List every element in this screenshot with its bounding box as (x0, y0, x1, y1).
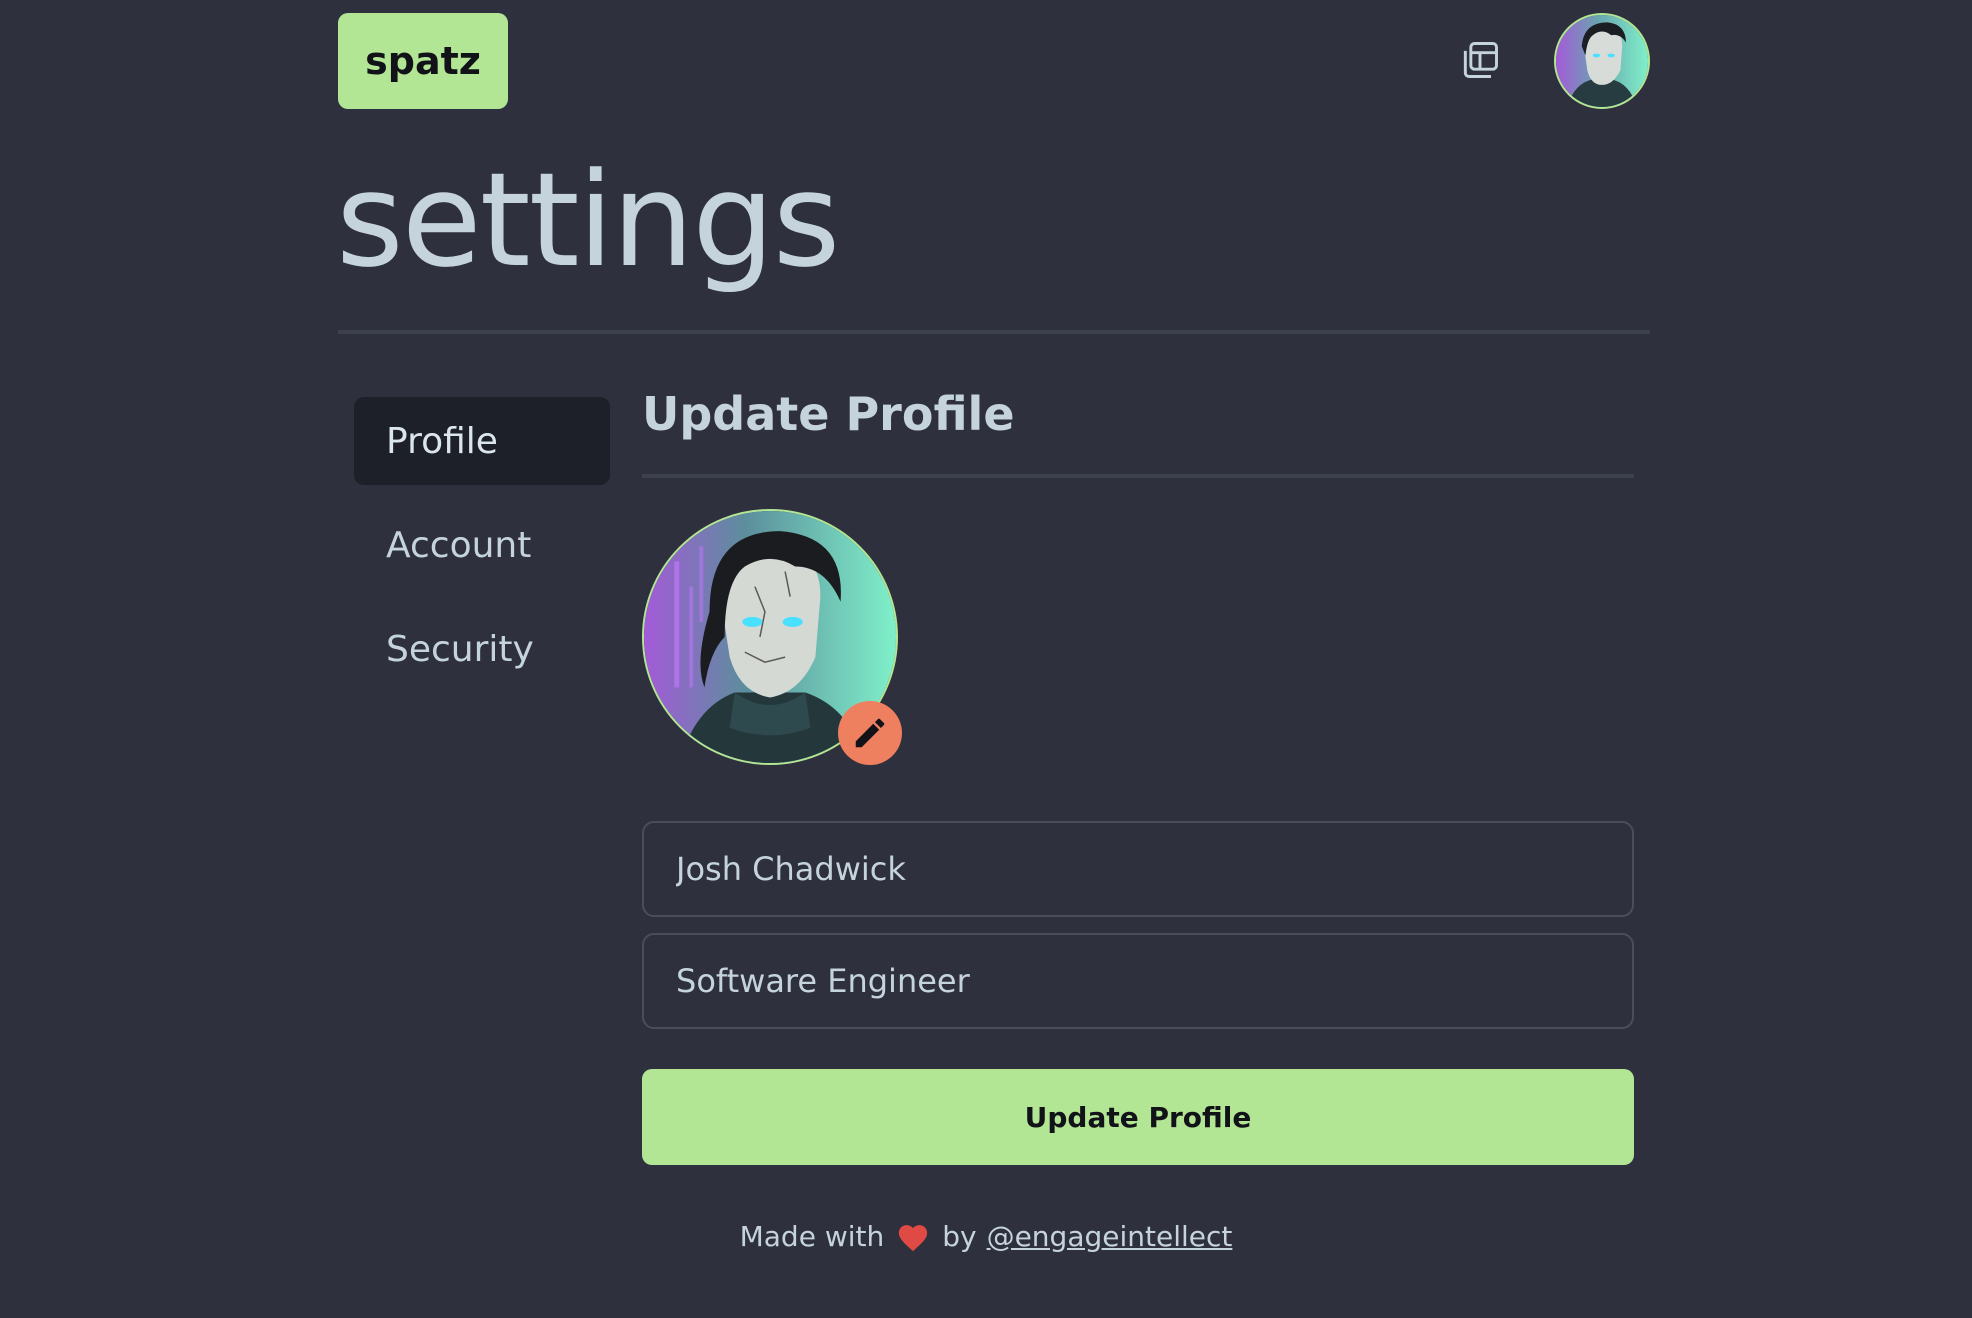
sidebar-item-label: Profile (386, 420, 498, 462)
sidebar-item-security[interactable]: Security (354, 605, 610, 693)
page-title: settings (336, 144, 840, 296)
settings-sidebar: Profile Account Security (354, 397, 610, 709)
sidebar-item-profile[interactable]: Profile (354, 397, 610, 485)
author-link[interactable]: @engageintellect (987, 1220, 1233, 1253)
sidebar-item-label: Security (386, 628, 534, 670)
pencil-icon (855, 718, 885, 748)
sidebar-item-account[interactable]: Account (354, 501, 610, 589)
update-profile-button[interactable]: Update Profile (642, 1069, 1634, 1165)
heart-icon (896, 1221, 930, 1253)
windows-button[interactable] (1456, 36, 1504, 84)
user-avatar[interactable] (1554, 13, 1650, 109)
name-input[interactable] (642, 821, 1634, 917)
section-divider (642, 474, 1634, 478)
logo-button[interactable]: spatz (338, 13, 508, 109)
sidebar-item-label: Account (386, 524, 532, 566)
job-title-input[interactable] (642, 933, 1634, 1029)
footer-made-with: Made with (739, 1220, 885, 1253)
footer: Made with by @engageintellect (0, 1220, 1972, 1253)
section-title: Update Profile (642, 387, 1015, 441)
header-divider (338, 330, 1650, 334)
windows-icon (1463, 42, 1498, 78)
edit-avatar-button[interactable] (838, 701, 902, 765)
footer-by: by (942, 1220, 977, 1253)
